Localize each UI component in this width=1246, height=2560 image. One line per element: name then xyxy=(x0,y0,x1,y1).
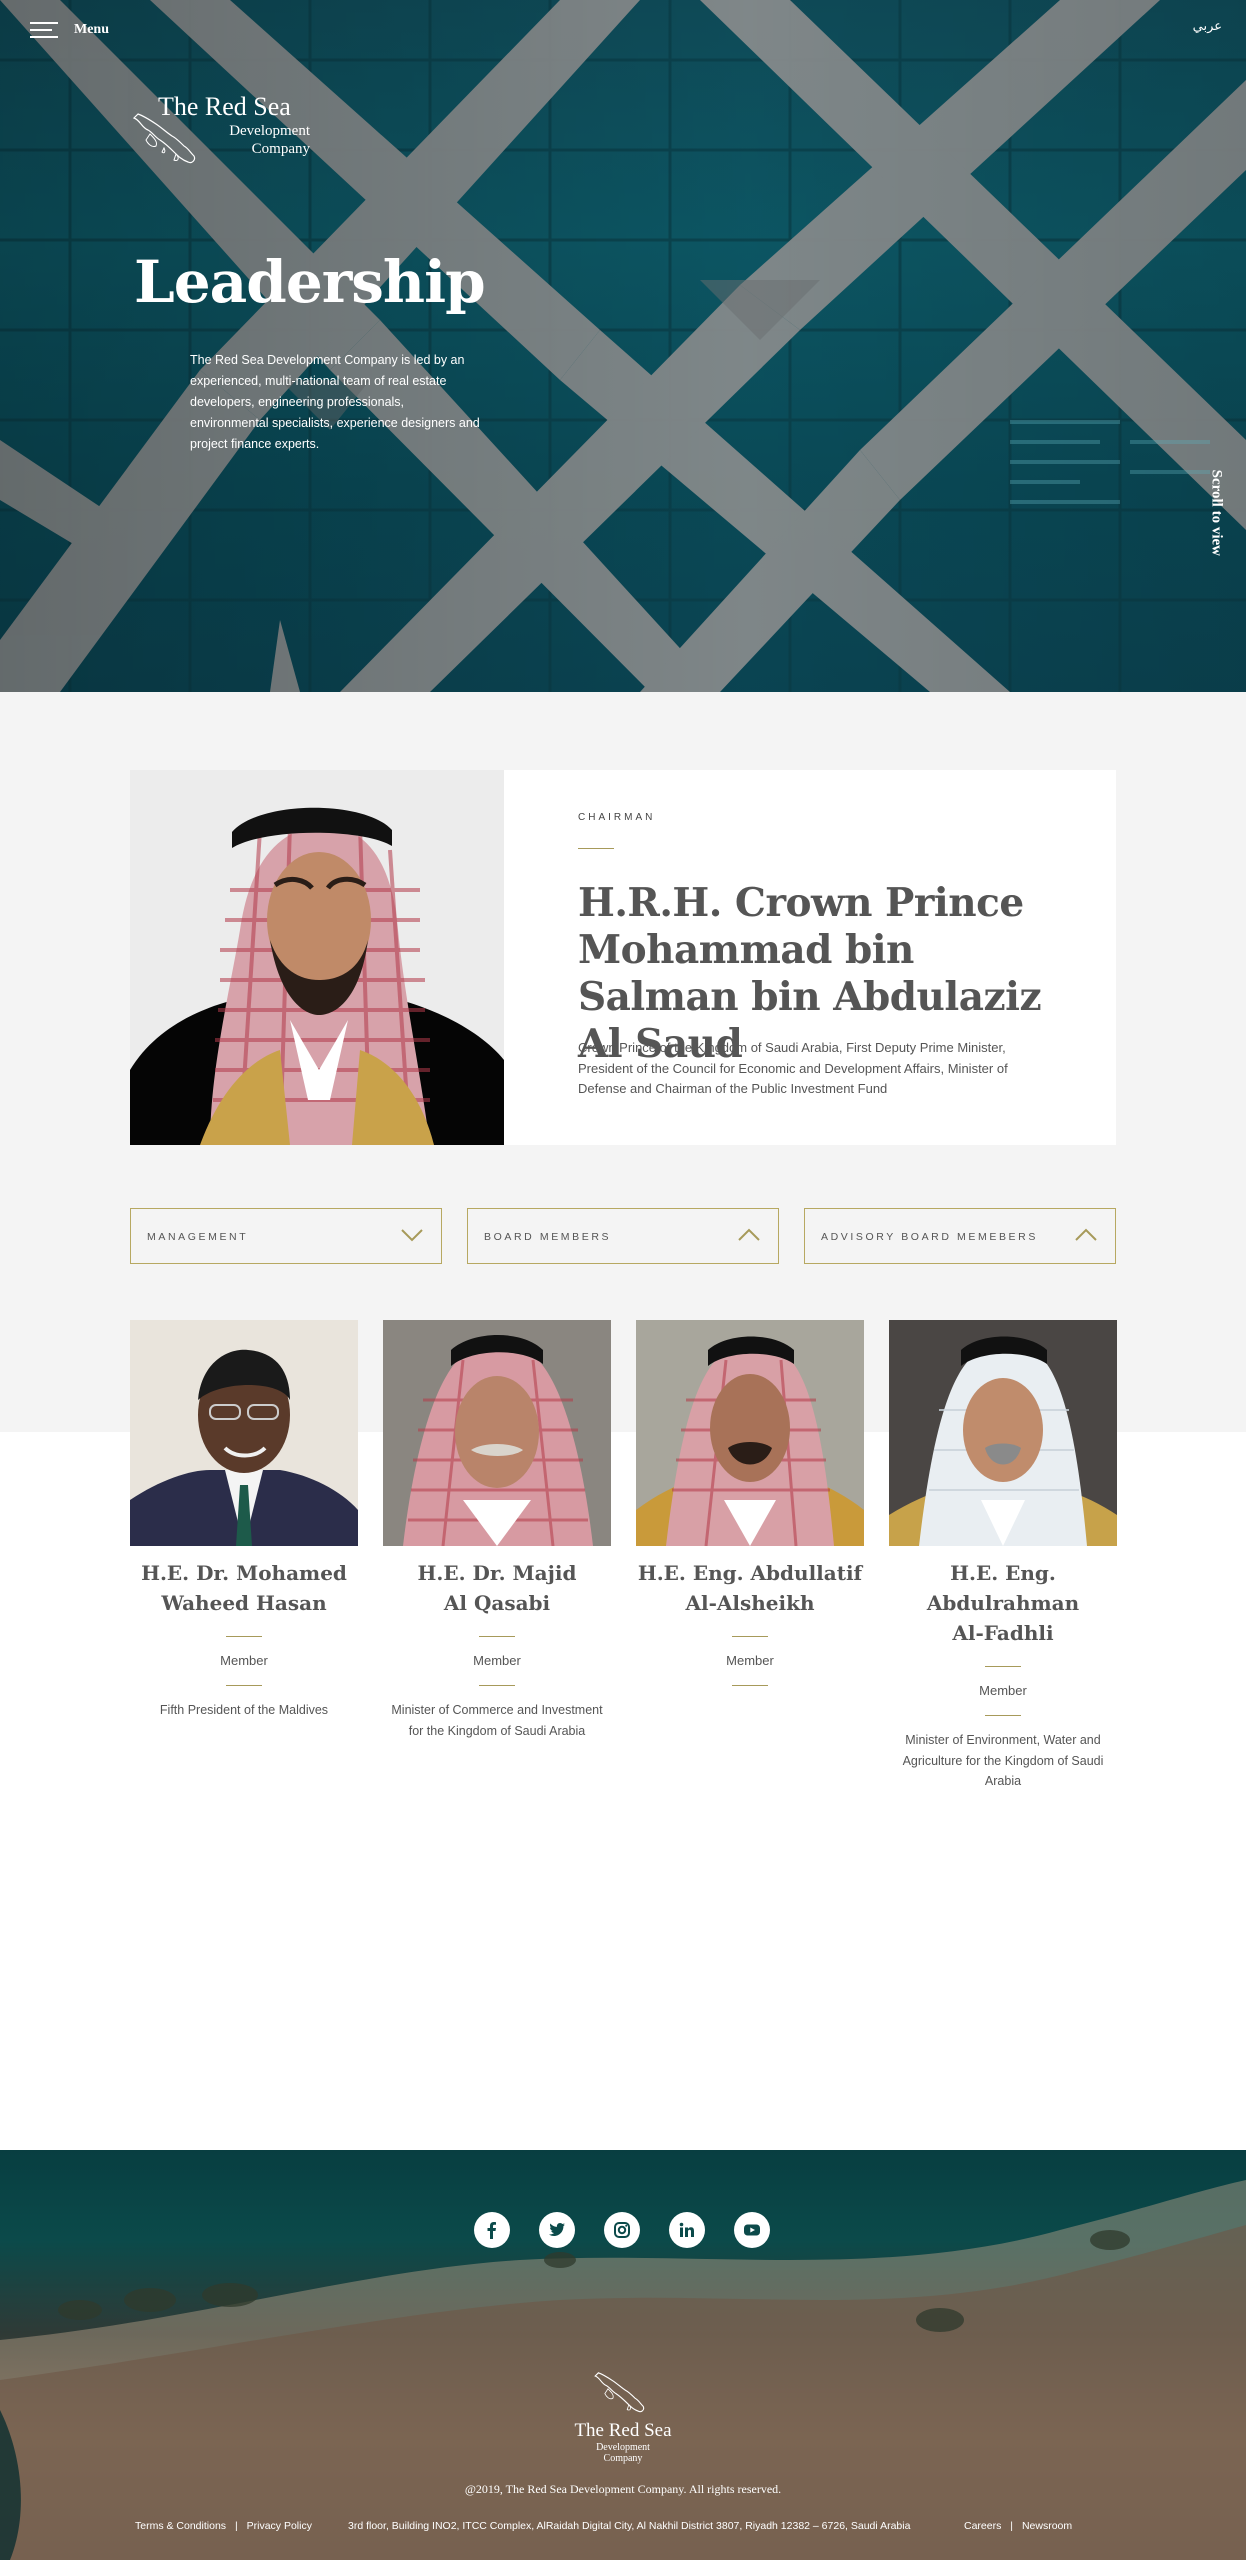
member-photo xyxy=(889,1320,1117,1546)
twitter-link[interactable] xyxy=(539,2212,575,2248)
filter-board-members-label: BOARD MEMBERS xyxy=(484,1231,612,1243)
member-divider xyxy=(226,1685,262,1686)
chairman-role: CHAIRMAN xyxy=(578,812,656,823)
member-name: H.E. Dr. Mohamed Waheed Hasan xyxy=(130,1558,358,1618)
member-card[interactable]: H.E. Eng. Abdullatif Al-Alsheikh Member xyxy=(636,1320,864,1700)
menu-button[interactable]: Menu xyxy=(30,20,109,40)
legal-links: Terms & Conditions | Privacy Policy xyxy=(135,2520,312,2532)
page-title: Leadership xyxy=(134,248,486,316)
member-photo xyxy=(383,1320,611,1546)
member-divider xyxy=(479,1636,515,1637)
terms-link[interactable]: Terms & Conditions xyxy=(135,2520,226,2532)
member-divider xyxy=(985,1666,1021,1667)
member-photo xyxy=(636,1320,864,1546)
logo-subtitle: Development Company xyxy=(229,122,310,158)
logo-title: The Red Sea xyxy=(158,92,291,121)
member-name-line2: Al Qasabi xyxy=(443,1591,551,1615)
instagram-icon xyxy=(614,2222,630,2238)
member-divider xyxy=(732,1636,768,1637)
member-card[interactable]: H.E. Eng. Abdulrahman Al-Fadhli Member M… xyxy=(889,1320,1117,1792)
linkedin-icon xyxy=(679,2222,694,2237)
logo-subtitle-line2: Company xyxy=(251,141,310,157)
footer-logo-sub2: Company xyxy=(603,2453,643,2464)
filter-board-members[interactable]: BOARD MEMBERS xyxy=(467,1208,779,1264)
footer-logo-title: The Red Sea xyxy=(574,2420,672,2441)
member-divider xyxy=(479,1685,515,1686)
member-photo xyxy=(130,1320,358,1546)
member-name-line2: Waheed Hasan xyxy=(161,1591,327,1615)
member-description: Minister of Environment, Water and Agric… xyxy=(902,1733,1104,1788)
filter-advisory-board-label: ADVISORY BOARD MEMEBERS xyxy=(821,1231,1038,1243)
member-name-line1: H.E. Eng. Abdullatif xyxy=(637,1561,863,1585)
member-name: H.E. Eng. Abdulrahman Al-Fadhli xyxy=(889,1558,1117,1648)
youtube-icon xyxy=(744,2224,760,2236)
member-name-line2: Al-Alsheikh xyxy=(685,1591,815,1615)
chevron-up-icon xyxy=(1075,1228,1097,1241)
member-card[interactable]: H.E. Dr. Mohamed Waheed Hasan Member Fif… xyxy=(130,1320,358,1721)
logo-subtitle-line1: Development xyxy=(229,123,310,139)
filter-advisory-board[interactable]: ADVISORY BOARD MEMEBERS xyxy=(804,1208,1116,1264)
red-sea-map-icon xyxy=(594,2372,645,2413)
linkedin-link[interactable] xyxy=(669,2212,705,2248)
chairman-description: Crown Prince of the Kingdom of Saudi Ara… xyxy=(578,1040,1008,1096)
filter-management-label: MANAGEMENT xyxy=(147,1231,249,1243)
member-divider xyxy=(985,1715,1021,1716)
member-name-line1: H.E. Dr. Majid xyxy=(417,1561,577,1585)
chevron-down-icon xyxy=(401,1229,423,1242)
menu-label: Menu xyxy=(74,22,109,37)
filter-management[interactable]: MANAGEMENT xyxy=(130,1208,442,1264)
footer-logo[interactable]: The Red Sea Development Company xyxy=(565,2360,681,2464)
newsroom-link[interactable]: Newsroom xyxy=(1022,2520,1072,2532)
member-name: H.E. Dr. Majid Al Qasabi xyxy=(383,1558,611,1618)
footer-logo-sub1: Development xyxy=(596,2442,650,2453)
language-switch-link[interactable]: عربي xyxy=(1193,18,1222,34)
facebook-link[interactable] xyxy=(474,2212,510,2248)
footer-address: 3rd floor, Building INO2, ITCC Complex, … xyxy=(348,2520,911,2532)
separator: | xyxy=(234,2520,238,2532)
member-name-line1: H.E. Eng. Abdulrahman xyxy=(926,1561,1080,1615)
separator: | xyxy=(1010,2520,1014,2532)
site-footer: The Red Sea Development Company @2019, T… xyxy=(0,2150,1246,2560)
member-description: Fifth President of the Maldives xyxy=(159,1703,329,1717)
instagram-link[interactable] xyxy=(604,2212,640,2248)
chevron-up-icon xyxy=(738,1228,760,1241)
chairman-divider xyxy=(578,848,614,849)
scroll-hint[interactable]: Scroll to view xyxy=(1207,470,1224,556)
member-role: Member xyxy=(726,1653,774,1668)
footer-nav-links: Careers | Newsroom xyxy=(964,2520,1072,2532)
privacy-link[interactable]: Privacy Policy xyxy=(247,2520,312,2532)
copyright-text: @2019, The Red Sea Development Company. … xyxy=(464,2482,782,2496)
youtube-link[interactable] xyxy=(734,2212,770,2248)
member-role: Member xyxy=(220,1653,268,1668)
member-role: Member xyxy=(979,1683,1027,1698)
member-divider xyxy=(732,1685,768,1686)
twitter-icon xyxy=(549,2223,565,2236)
member-name: H.E. Eng. Abdullatif Al-Alsheikh xyxy=(636,1558,864,1618)
member-divider xyxy=(226,1636,262,1637)
member-name-line2: Al-Fadhli xyxy=(952,1621,1054,1645)
chairman-portrait xyxy=(130,770,504,1145)
member-card[interactable]: H.E. Dr. Majid Al Qasabi Member Minister… xyxy=(383,1320,611,1741)
member-name-line1: H.E. Dr. Mohamed xyxy=(141,1561,347,1585)
footer-logo-subtitle: Development Company xyxy=(565,2442,681,2464)
member-description: Minister of Commerce and Investment for … xyxy=(391,1703,603,1738)
careers-link[interactable]: Careers xyxy=(964,2520,1001,2532)
facebook-icon xyxy=(487,2222,496,2239)
member-role: Member xyxy=(473,1653,521,1668)
hero-section: Menu عربي The Red Sea Development Compan… xyxy=(0,0,1246,692)
site-logo[interactable]: The Red Sea Development Company xyxy=(130,92,310,172)
hamburger-icon xyxy=(30,20,60,40)
hero-description: The Red Sea Development Company is led b… xyxy=(190,353,480,451)
chairman-card: CHAIRMAN H.R.H. Crown Prince Mohammad bi… xyxy=(130,770,1116,1145)
